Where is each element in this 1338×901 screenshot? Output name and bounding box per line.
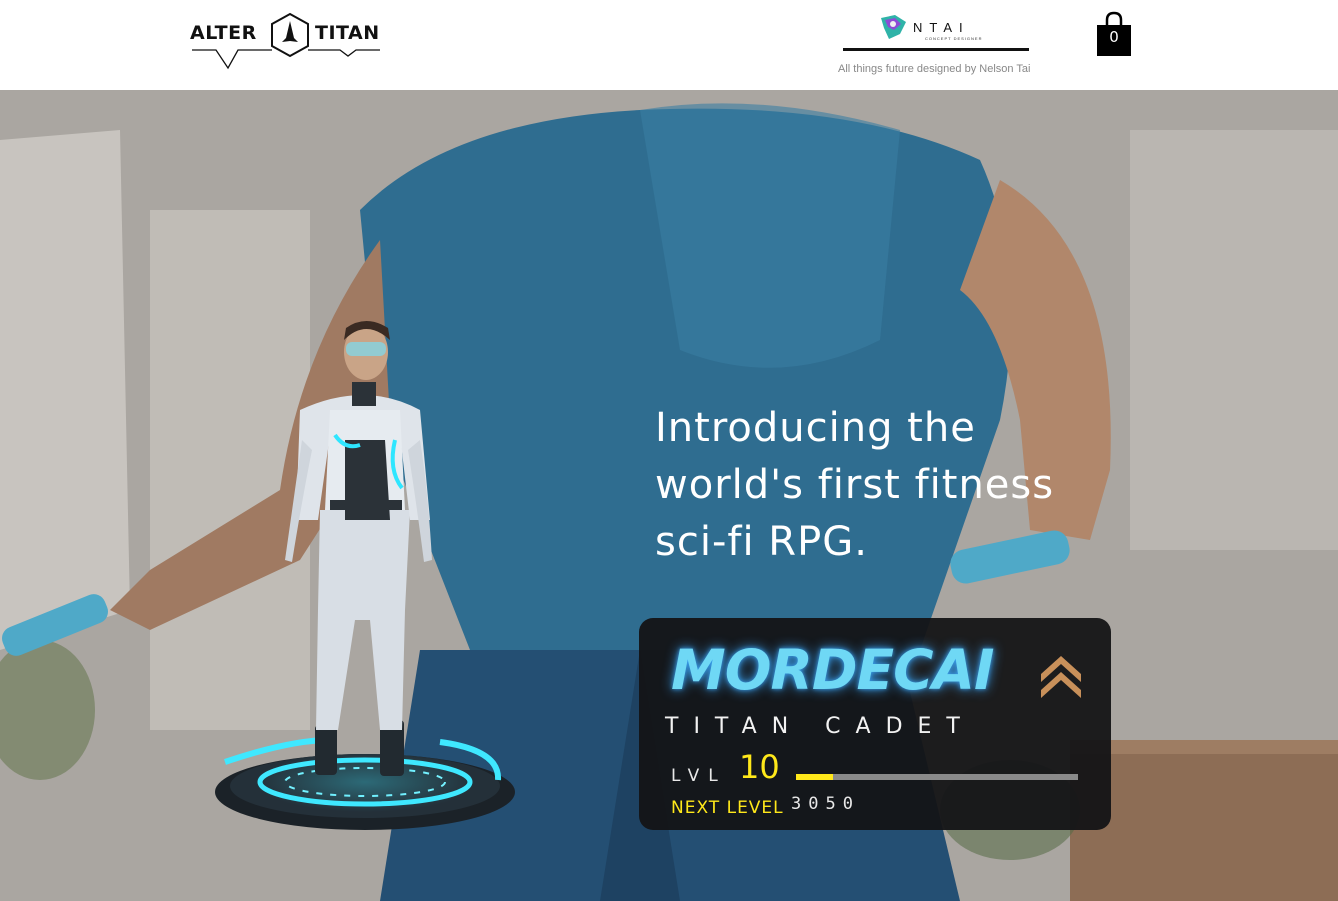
xp-progress-bar [796,774,1078,780]
cart-button[interactable]: 0 [1096,11,1132,57]
level-label: LVL [671,766,727,786]
next-level-value: 3050 [791,794,860,814]
ntai-name: NTAI [913,20,970,35]
ntai-mark-icon [881,15,906,39]
player-name: MORDECAI [671,638,994,702]
player-profile-card: MORDECAI TITAN CADET LVL 10 NEXT LEVEL 3… [639,618,1111,830]
level-value: 10 [739,748,780,786]
header-tagline: All things future designed by Nelson Tai [838,63,1031,75]
alter-titan-logo[interactable]: ALTER TITAN [190,12,382,72]
double-chevron-up-icon [1041,656,1081,698]
ntai-subtitle: CONCEPT DESIGNER [925,36,983,41]
hero-title: Introducing the world's first fitness sc… [655,405,1055,565]
ntai-partner-logo[interactable]: NTAI CONCEPT DESIGNER [843,12,1029,54]
site-header: ALTER TITAN NTAI CONCEPT DESIGNER All th… [0,0,1338,90]
xp-progress-fill [796,774,833,780]
player-class: TITAN CADET [665,714,975,739]
next-level-label: NEXT LEVEL [671,798,784,818]
logo-word-alter: ALTER [190,22,257,44]
logo-word-titan: TITAN [315,22,380,44]
ntai-underline [843,48,1029,51]
hero-section: Introducing the world's first fitness sc… [0,90,1338,901]
cart-count: 0 [1109,28,1119,46]
